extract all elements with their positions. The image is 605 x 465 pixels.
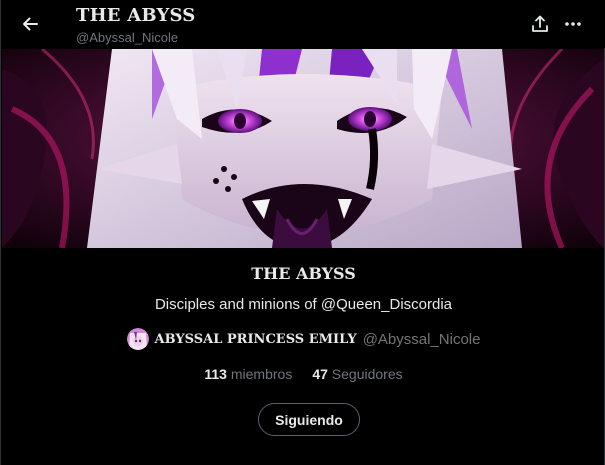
- top-bar: THE ABYSS @Abyssal_Nicole: [1, 0, 605, 48]
- following-button[interactable]: Siguiendo: [258, 403, 360, 436]
- owner-display-name[interactable]: ABYSSAL PRINCESS EMILY: [155, 332, 357, 347]
- members-label: miembros: [230, 366, 293, 382]
- list-banner-image[interactable]: [2, 49, 604, 248]
- members-stat[interactable]: 113 miembros: [204, 366, 292, 382]
- header-title: THE ABYSS: [76, 5, 196, 26]
- list-stats: 113 miembros 47 Seguidores: [1, 366, 605, 382]
- followers-stat[interactable]: 47 Seguidores: [312, 366, 402, 382]
- share-button[interactable]: [523, 7, 557, 41]
- more-options-button[interactable]: [556, 7, 590, 41]
- list-info: THE ABYSS Disciples and minions of @Quee…: [1, 248, 605, 465]
- followers-count: 47: [312, 366, 328, 382]
- followers-label: Seguidores: [331, 366, 403, 382]
- list-page: THE ABYSS @Abyssal_Nicole THE ABYSS Disc…: [0, 0, 605, 465]
- avatar[interactable]: [126, 328, 149, 350]
- share-icon: [532, 15, 548, 32]
- header-handle: @Abyssal_Nicole: [76, 30, 179, 45]
- arrow-left-icon: [23, 17, 38, 31]
- more-horizontal-icon: [565, 22, 581, 26]
- list-owner[interactable]: ABYSSAL PRINCESS EMILY @Abyssal_Nicole: [1, 328, 605, 350]
- header-title-block: THE ABYSS @Abyssal_Nicole: [76, 6, 196, 47]
- owner-handle[interactable]: @Abyssal_Nicole: [363, 331, 481, 348]
- back-button[interactable]: [13, 7, 47, 41]
- list-name: THE ABYSS: [251, 264, 356, 283]
- members-count: 113: [204, 366, 227, 382]
- list-description: Disciples and minions of @Queen_Discordi…: [154, 296, 453, 313]
